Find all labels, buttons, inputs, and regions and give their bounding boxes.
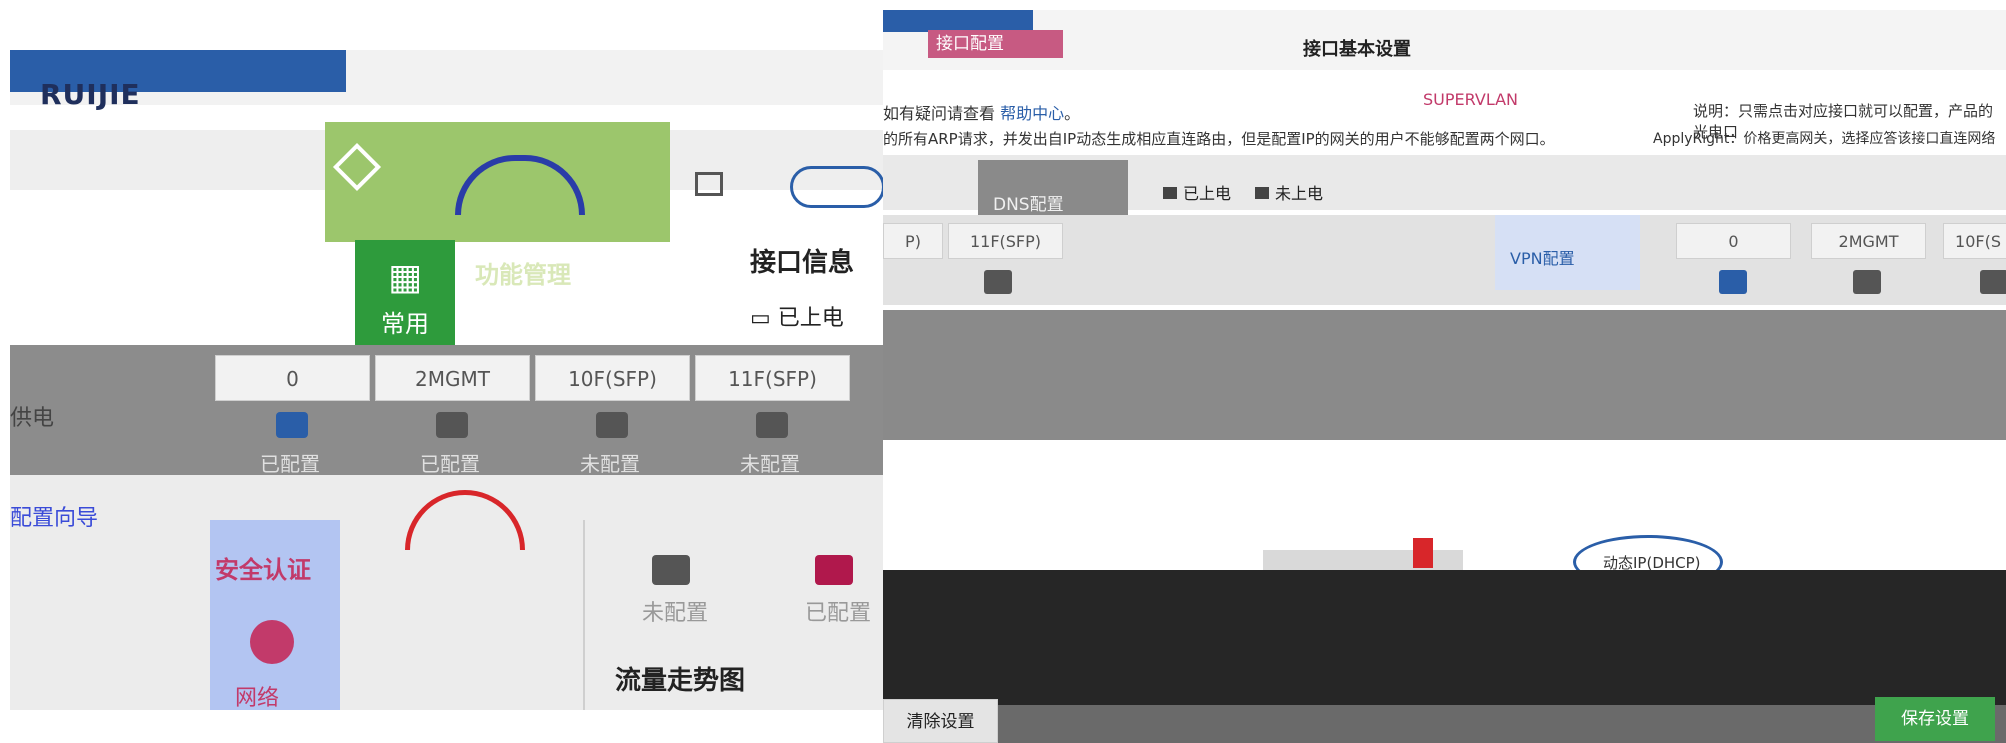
configured-port-icon <box>815 555 853 585</box>
port-status: 已配置 <box>420 452 480 476</box>
page-title: 接口基本设置 <box>1303 39 1411 60</box>
save-settings-button[interactable]: 保存设置 <box>1875 697 1995 741</box>
config-guide-link[interactable]: 配置向导 <box>10 500 98 532</box>
port-glyph-icon <box>1255 187 1269 199</box>
help-text: 如有疑问请查看 帮助中心。 <box>883 100 1080 124</box>
ethernet-port-icon[interactable] <box>276 412 308 438</box>
warning-text: 的所有ARP请求，并发出自IP动态生成相应直连路由，但是配置IP的网关的用户不能… <box>883 130 1555 148</box>
tab-dns-config[interactable]: DNS配置 <box>978 160 1128 220</box>
port-button[interactable]: 2MGMT <box>1811 223 1926 259</box>
legend-powered-label: 已上电 <box>777 306 844 331</box>
help-center-link[interactable]: 帮助中心 <box>1000 104 1064 123</box>
power-label: 供电 <box>10 406 55 431</box>
port-status: 未配置 <box>740 452 800 476</box>
port-button[interactable]: 10F(SFP) <box>535 355 690 401</box>
port-button[interactable]: 11F(SFP) <box>948 223 1063 259</box>
ethernet-port-icon[interactable] <box>1719 270 1747 294</box>
ethernet-port-icon[interactable] <box>1980 270 2006 294</box>
port-button[interactable]: 10F(S <box>1943 223 2006 259</box>
composite-screenshot: RUIJIE ▦ 常用 功能管理 接口信息 ▭ 已上电 供电 0 2MGMT 1… <box>0 0 2006 743</box>
grid-icon: ▦ <box>387 257 422 298</box>
port-button[interactable]: 11F(SFP) <box>695 355 850 401</box>
ethernet-port-icon[interactable] <box>596 412 628 438</box>
apply-right-text: ApplyRight：价格更高网关，选择应答该接口直连网络 <box>1653 131 1996 147</box>
legend-configured: 已配置 <box>805 601 872 626</box>
clear-settings-button[interactable]: 清除设置 <box>883 699 998 743</box>
legend-powered-label: 已上电 <box>1183 184 1232 203</box>
tab-interface-config[interactable]: 接口配置 <box>928 30 1063 58</box>
pill-toggle[interactable] <box>790 166 883 208</box>
network-icon[interactable] <box>250 620 294 664</box>
legend-unconfigured: 未配置 <box>642 601 709 626</box>
divider <box>583 520 585 710</box>
common-label: 常用 <box>381 310 429 338</box>
port-button[interactable]: P) <box>883 223 943 259</box>
port-button[interactable]: 0 <box>1676 223 1791 259</box>
port-info-title: 接口信息 <box>750 248 855 278</box>
ethernet-port-icon[interactable] <box>1853 270 1881 294</box>
ethernet-port-icon[interactable] <box>436 412 468 438</box>
footer-bar <box>883 705 2006 743</box>
function-manage-title[interactable]: 功能管理 <box>475 255 571 290</box>
config-band <box>883 310 2006 440</box>
traffic-trend-title: 流量走势图 <box>615 666 746 696</box>
ethernet-port-icon[interactable] <box>756 412 788 438</box>
port-status: 未配置 <box>580 452 640 476</box>
sidebar-item-security[interactable]: 安全认证 <box>215 550 311 585</box>
brand-logo: RUIJIE <box>40 78 141 111</box>
supervlan-link[interactable]: SUPERVLAN <box>1423 90 1518 109</box>
monitor-icon[interactable] <box>695 172 723 196</box>
help-suffix: 。 <box>1064 104 1081 123</box>
legend-powered: 已上电 <box>1163 180 1231 204</box>
unconfigured-port-icon <box>652 555 690 585</box>
ethernet-port-icon[interactable] <box>984 270 1012 294</box>
tab-vpn-config[interactable]: VPN配置 <box>1495 215 1640 290</box>
legend-unpowered: 未上电 <box>1255 180 1323 204</box>
port-button[interactable]: 0 <box>215 355 370 401</box>
help-prefix: 如有疑问请查看 <box>883 104 996 123</box>
legend-unpowered-label: 未上电 <box>1275 184 1324 203</box>
dark-band <box>883 570 2006 705</box>
sidebar-item-network[interactable]: 网络 <box>235 680 279 710</box>
port-button[interactable]: 2MGMT <box>375 355 530 401</box>
port-status: 已配置 <box>260 452 320 476</box>
legend-powered: ▭ 已上电 <box>750 306 844 331</box>
red-marker <box>1413 538 1433 568</box>
port-glyph-icon <box>1163 187 1177 199</box>
interface-config-panel: 接口配置 接口基本设置 如有疑问请查看 帮助中心。 的所有ARP请求，并发出自I… <box>883 10 2006 743</box>
brand-strip <box>883 10 1033 32</box>
router-home-panel: RUIJIE ▦ 常用 功能管理 接口信息 ▭ 已上电 供电 0 2MGMT 1… <box>10 50 883 710</box>
